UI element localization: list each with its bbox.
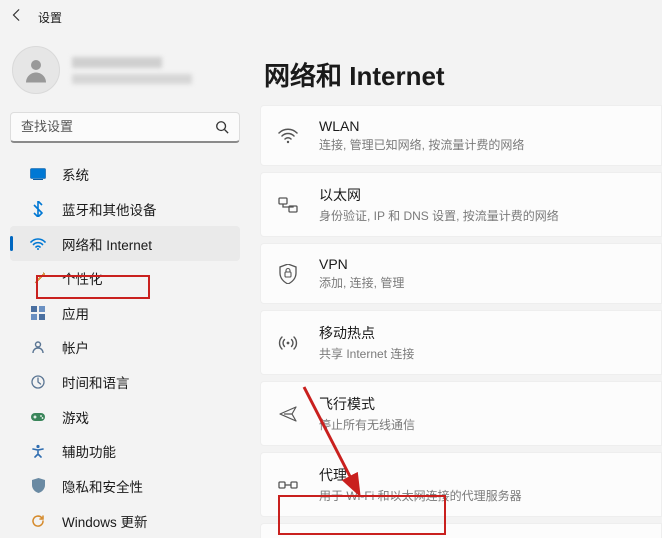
sidebar-item-bluetooth[interactable]: 蓝牙和其他设备 — [10, 192, 240, 227]
profile-email-blurred — [72, 74, 192, 84]
wifi-icon — [30, 236, 46, 252]
system-icon — [30, 166, 46, 182]
wifi-icon — [277, 125, 299, 147]
sidebar-item-label: 网络和 Internet — [62, 234, 152, 254]
sidebar-item-personalization[interactable]: 个性化 — [10, 261, 240, 296]
ethernet-icon — [277, 194, 299, 216]
card-sub: 身份验证, IP 和 DNS 设置, 按流量计费的网络 — [319, 207, 559, 224]
clock-icon — [30, 374, 46, 390]
card-ethernet[interactable]: 以太网 身份验证, IP 和 DNS 设置, 按流量计费的网络 — [260, 172, 662, 237]
proxy-icon — [277, 474, 299, 496]
sidebar-item-label: 隐私和安全性 — [62, 476, 143, 496]
sidebar-item-label: 蓝牙和其他设备 — [62, 199, 157, 219]
card-sub: 用于 Wi-Fi 和以太网连接的代理服务器 — [319, 487, 522, 504]
sidebar-item-label: Windows 更新 — [62, 511, 148, 531]
sidebar-item-label: 系统 — [62, 164, 89, 184]
avatar — [12, 46, 60, 94]
card-wlan[interactable]: WLAN 连接, 管理已知网络, 按流量计费的网络 — [260, 105, 662, 166]
card-title: 以太网 — [319, 185, 559, 205]
sidebar-item-label: 时间和语言 — [62, 372, 130, 392]
card-sub: 添加, 连接, 管理 — [319, 274, 404, 291]
card-sub: 共享 Internet 连接 — [319, 345, 414, 362]
shield-icon — [30, 478, 46, 494]
sidebar: 系统 蓝牙和其他设备 网络和 Internet 个性化 应用 帐户 — [0, 34, 250, 538]
sidebar-nav: 系统 蓝牙和其他设备 网络和 Internet 个性化 应用 帐户 — [6, 157, 244, 538]
window-title: 设置 — [38, 9, 62, 26]
card-title: VPN — [319, 256, 404, 272]
profile-name-blurred — [72, 57, 162, 68]
card-dialup[interactable]: 拨号 设置拨号 Internet 连接 — [260, 523, 662, 538]
sidebar-item-label: 游戏 — [62, 407, 89, 427]
back-button[interactable] — [10, 8, 24, 27]
arrow-left-icon — [10, 8, 24, 22]
card-title: 代理 — [319, 465, 522, 485]
card-vpn[interactable]: VPN 添加, 连接, 管理 — [260, 243, 662, 304]
sidebar-item-apps[interactable]: 应用 — [10, 295, 240, 330]
bluetooth-icon — [30, 201, 46, 217]
sidebar-item-label: 个性化 — [62, 268, 103, 288]
sidebar-item-accounts[interactable]: 帐户 — [10, 330, 240, 365]
vpn-shield-icon — [277, 263, 299, 285]
sidebar-item-update[interactable]: Windows 更新 — [10, 503, 240, 538]
card-title: 移动热点 — [319, 323, 414, 343]
card-airplane[interactable]: 飞行模式 停止所有无线通信 — [260, 381, 662, 446]
card-sub: 连接, 管理已知网络, 按流量计费的网络 — [319, 136, 524, 153]
search-field[interactable] — [21, 119, 215, 134]
sidebar-item-label: 应用 — [62, 303, 89, 323]
update-icon — [30, 513, 46, 529]
sidebar-item-label: 帐户 — [62, 337, 89, 357]
gaming-icon — [30, 409, 46, 425]
sidebar-item-network[interactable]: 网络和 Internet — [10, 226, 240, 261]
accounts-icon — [30, 339, 46, 355]
sidebar-item-time[interactable]: 时间和语言 — [10, 365, 240, 400]
card-title: 飞行模式 — [319, 394, 415, 414]
sidebar-item-privacy[interactable]: 隐私和安全性 — [10, 469, 240, 504]
sidebar-item-gaming[interactable]: 游戏 — [10, 399, 240, 434]
sidebar-item-accessibility[interactable]: 辅助功能 — [10, 434, 240, 469]
search-icon — [215, 120, 229, 134]
airplane-icon — [277, 403, 299, 425]
page-title: 网络和 Internet — [264, 56, 662, 93]
apps-icon — [30, 305, 46, 321]
accessibility-icon — [30, 443, 46, 459]
search-input[interactable] — [10, 112, 240, 143]
hotspot-icon — [277, 332, 299, 354]
card-sub: 停止所有无线通信 — [319, 416, 415, 433]
card-title: WLAN — [319, 118, 524, 134]
person-icon — [21, 55, 51, 85]
content: 网络和 Internet WLAN 连接, 管理已知网络, 按流量计费的网络 以… — [250, 34, 662, 538]
card-hotspot[interactable]: 移动热点 共享 Internet 连接 — [260, 310, 662, 375]
sidebar-item-label: 辅助功能 — [62, 441, 116, 461]
brush-icon — [30, 270, 46, 286]
sidebar-item-system[interactable]: 系统 — [10, 157, 240, 192]
card-proxy[interactable]: 代理 用于 Wi-Fi 和以太网连接的代理服务器 — [260, 452, 662, 517]
profile[interactable] — [6, 42, 244, 112]
